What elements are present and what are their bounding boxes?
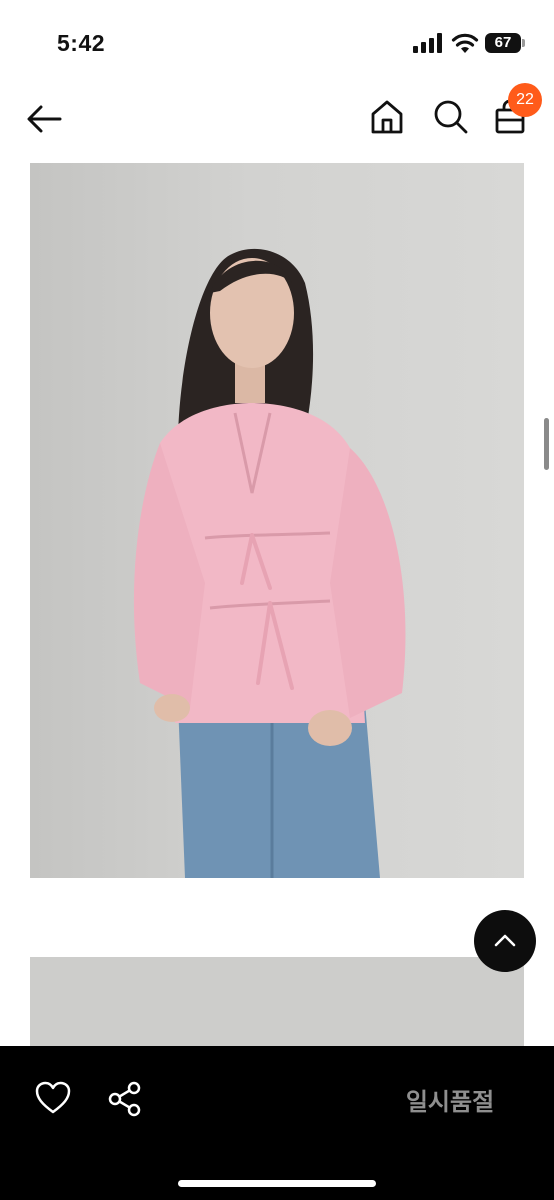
home-button[interactable]	[369, 98, 405, 136]
status-bar: 5:42 67	[0, 0, 554, 80]
like-button[interactable]	[34, 1080, 72, 1116]
chevron-up-icon	[494, 934, 516, 947]
search-button[interactable]	[432, 98, 470, 136]
scroll-indicator[interactable]	[544, 418, 549, 470]
scroll-to-top-button[interactable]	[474, 910, 536, 972]
home-indicator[interactable]	[178, 1180, 376, 1187]
cart-count-badge: 22	[508, 83, 542, 117]
wifi-icon	[451, 33, 479, 53]
back-button[interactable]	[24, 100, 66, 138]
battery-indicator: 67	[485, 33, 525, 53]
sold-out-button[interactable]: 일시품절	[380, 1082, 520, 1117]
top-navigation	[0, 80, 554, 160]
product-image[interactable]	[30, 163, 524, 878]
share-button[interactable]	[106, 1080, 144, 1118]
home-icon	[371, 100, 403, 134]
battery-level: 67	[494, 34, 512, 51]
heart-icon	[35, 1081, 71, 1114]
search-icon	[434, 100, 468, 134]
arrow-left-icon	[27, 105, 62, 133]
status-time: 5:42	[57, 30, 106, 56]
bottom-action-bar: 일시품절	[0, 1046, 554, 1200]
model-photo	[133, 248, 406, 878]
share-icon	[108, 1081, 141, 1117]
product-image[interactable]	[30, 957, 524, 1047]
cellular-signal-icon	[413, 33, 442, 53]
